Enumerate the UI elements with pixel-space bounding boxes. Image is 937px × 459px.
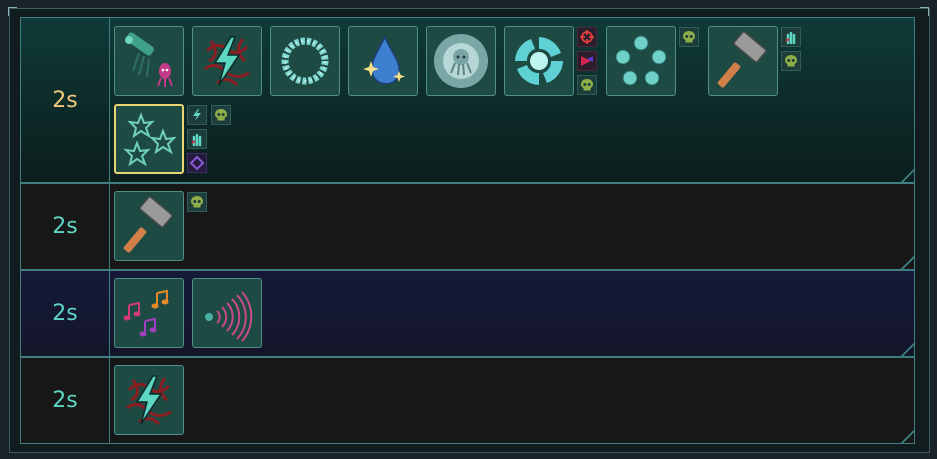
frame-corner (8, 7, 17, 16)
diamond-icon (187, 153, 207, 173)
time-label: 2s (21, 358, 110, 443)
vortex-icon[interactable] (504, 26, 574, 96)
time-label: 2s (21, 271, 110, 356)
hammer-icon[interactable] (708, 26, 778, 96)
skull-icon (781, 51, 801, 71)
rebound-arrow-icon (577, 51, 597, 71)
frame-corner (920, 7, 929, 16)
timeline-row-2[interactable]: 2s (20, 183, 915, 270)
timeline-row-4[interactable]: 2s (20, 357, 915, 444)
time-label: 2s (21, 184, 110, 269)
orb-circle-icon[interactable] (606, 26, 676, 96)
chaos-bolt-icon[interactable] (114, 365, 184, 435)
sound-wave-icon[interactable] (192, 278, 262, 348)
time-label: 2s (21, 18, 110, 182)
hand-icon (187, 129, 207, 149)
hammer-icon[interactable] (114, 191, 184, 261)
timeline-row-1[interactable]: 2s (20, 17, 915, 183)
skull-icon (679, 27, 699, 47)
spectral-squid-icon[interactable] (426, 26, 496, 96)
chaos-bolt-icon[interactable] (192, 26, 262, 96)
summon-squid-icon[interactable] (114, 26, 184, 96)
frost-ring-icon[interactable] (270, 26, 340, 96)
shuriken-icon[interactable] (114, 104, 184, 174)
skull-icon (211, 105, 231, 125)
crosshair-icon (577, 27, 597, 47)
water-drop-sparkle-icon[interactable] (348, 26, 418, 96)
lightning-icon (187, 105, 207, 125)
skull-icon (187, 192, 207, 212)
music-notes-icon[interactable] (114, 278, 184, 348)
timeline-row-3[interactable]: 2s (20, 270, 915, 357)
skull-icon (577, 75, 597, 95)
hand-icon (781, 27, 801, 47)
